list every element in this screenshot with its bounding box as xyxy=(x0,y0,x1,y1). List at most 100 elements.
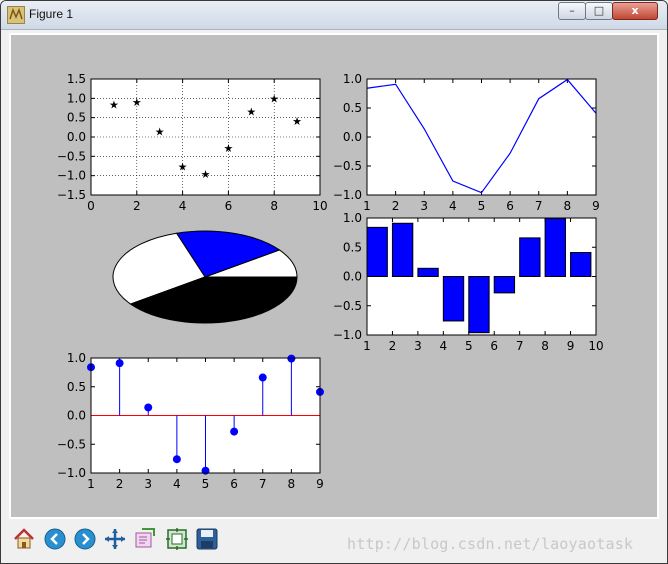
back-button[interactable] xyxy=(42,525,68,553)
bar-xtick-label: 7 xyxy=(516,339,524,353)
scatter-xtick-label: 6 xyxy=(225,199,233,213)
bar xyxy=(468,276,490,334)
bar-xtick-label: 5 xyxy=(465,339,473,353)
stem-xtick-label: 7 xyxy=(259,477,267,491)
arrow-right-icon xyxy=(74,528,96,550)
stem-xtick-label: 2 xyxy=(116,477,124,491)
stem-xtick-label: 5 xyxy=(202,477,210,491)
bar-xtick-label: 1 xyxy=(363,339,371,353)
stem-ytick-label: 0.0 xyxy=(67,409,86,423)
line-ytick-label: 0.5 xyxy=(343,101,362,115)
scatter-point: ★ xyxy=(269,93,279,106)
save-button[interactable] xyxy=(194,525,220,553)
scatter-xtick-label: 2 xyxy=(133,199,141,213)
stem-xtick-label: 6 xyxy=(230,477,238,491)
watermark-text: http://blog.csdn.net/laoyaotask xyxy=(347,535,634,553)
bar xyxy=(442,276,465,322)
arrow-left-icon xyxy=(44,528,66,550)
scatter-ytick-label: −1.5 xyxy=(57,188,86,202)
bar xyxy=(366,226,388,277)
scatter-point: ★ xyxy=(223,142,233,155)
figure-plots: 0 2 4 6 8 10 −1.5 −1.0 −0.5 0.0 0.5 1.0 1.5 ★ ★ ★ ★ ★ ★ ★ ★ ★… xyxy=(57,72,604,491)
line-xtick-label: 7 xyxy=(535,199,543,213)
line-ytick-label: 1.0 xyxy=(343,72,362,86)
line-xtick-label: 5 xyxy=(478,199,486,213)
pie-chart xyxy=(112,230,298,324)
scatter-ytick-label: 1.5 xyxy=(67,72,86,86)
line-xtick-label: 6 xyxy=(506,199,514,213)
scatter-point: ★ xyxy=(132,96,142,109)
home-icon xyxy=(14,528,34,549)
bar-xtick-label: 2 xyxy=(389,339,397,353)
zoom-rect-icon xyxy=(135,528,155,548)
bar xyxy=(391,222,414,277)
bar xyxy=(493,276,516,294)
scatter-ytick-label: 0.0 xyxy=(67,130,86,144)
line-xtick-label: 9 xyxy=(592,199,600,213)
bar xyxy=(519,237,541,277)
bar-axes: 1 2 3 4 5 6 7 8 9 10 −1.0 −0.5 0.0 0.5 1.0 xyxy=(333,211,604,353)
scatter-axes: 0 2 4 6 8 10 −1.5 −1.0 −0.5 0.0 0.5 1.0 1.5 ★ ★ ★ ★ ★ ★ ★ ★ ★ xyxy=(57,72,328,213)
bar-xtick-label: 10 xyxy=(588,339,603,353)
stem-xtick-label: 3 xyxy=(144,477,152,491)
scatter-ytick-label: 0.5 xyxy=(67,111,86,125)
bar xyxy=(544,218,566,278)
line-axes: 1 2 3 4 5 6 7 8 9 −1.0 −0.5 0.0 0.5 1.0 xyxy=(333,72,600,213)
line-ytick-label: 0.0 xyxy=(343,130,362,144)
line-xtick-label: 1 xyxy=(363,199,371,213)
stem-xtick-label: 9 xyxy=(316,477,324,491)
stem-ytick-label: −1.0 xyxy=(57,466,86,480)
bar-xtick-label: 9 xyxy=(567,339,575,353)
line-plot-area xyxy=(367,79,596,195)
stem-marker xyxy=(230,427,239,436)
scatter-ytick-label: −1.0 xyxy=(57,169,86,183)
bar-xtick-label: 8 xyxy=(541,339,549,353)
scatter-xtick-label: 10 xyxy=(312,199,327,213)
stem-axes: 1 2 3 4 5 6 7 8 9 −1.0 −0.5 0.0 0.5 1.0 xyxy=(57,351,324,491)
scatter-ytick-label: −0.5 xyxy=(57,149,86,163)
stem-ytick-label: 0.5 xyxy=(67,380,86,394)
stem-marker xyxy=(172,455,181,464)
scatter-point: ★ xyxy=(292,115,302,128)
scatter-ytick-label: 1.0 xyxy=(67,91,86,105)
bar-ytick-label: −1.0 xyxy=(333,328,362,342)
scatter-xtick-label: 0 xyxy=(87,199,95,213)
bar-ytick-label: 0.0 xyxy=(343,270,362,284)
scatter-point: ★ xyxy=(201,168,211,181)
scatter-xtick-label: 8 xyxy=(270,199,278,213)
line-xtick-label: 4 xyxy=(449,199,457,213)
scatter-point: ★ xyxy=(109,99,119,112)
scatter-xtick-label: 4 xyxy=(179,199,187,213)
stem-marker xyxy=(115,359,124,368)
bar-ytick-label: −0.5 xyxy=(333,299,362,313)
scatter-point: ★ xyxy=(246,105,256,118)
stem-marker xyxy=(287,354,296,363)
stem-marker xyxy=(144,403,153,412)
stem-xtick-label: 4 xyxy=(173,477,181,491)
subplots-button[interactable] xyxy=(164,525,190,553)
scatter-point: ★ xyxy=(178,160,188,173)
bar-ytick-label: 1.0 xyxy=(343,211,362,225)
line-xtick-label: 3 xyxy=(420,199,428,213)
stem-ytick-label: −0.5 xyxy=(57,437,86,451)
stem-xtick-label: 1 xyxy=(87,477,95,491)
subplots-icon xyxy=(166,528,188,550)
zoom-button[interactable] xyxy=(132,525,158,553)
home-button[interactable] xyxy=(11,525,37,553)
bar-xtick-label: 4 xyxy=(440,339,448,353)
scatter-point: ★ xyxy=(155,126,165,139)
bar-xtick-label: 3 xyxy=(414,339,422,353)
floppy-icon xyxy=(196,528,218,550)
forward-button[interactable] xyxy=(72,525,98,553)
line-ytick-label: −1.0 xyxy=(333,188,362,202)
figure-window: Figure 1 – □ x 0 2 4 6 8 10 −1.5 −1.0 −0.5 0.0 0.5… xyxy=(0,0,668,564)
stem-ytick-label: 1.0 xyxy=(67,351,86,365)
line-xtick-label: 2 xyxy=(392,199,400,213)
bar xyxy=(570,252,592,277)
bar-ytick-label: 0.5 xyxy=(343,240,362,254)
line-xtick-label: 8 xyxy=(564,199,572,213)
line-ytick-label: −0.5 xyxy=(333,159,362,173)
pan-button[interactable] xyxy=(102,525,128,553)
stem-xtick-label: 8 xyxy=(288,477,296,491)
bar xyxy=(417,267,439,277)
